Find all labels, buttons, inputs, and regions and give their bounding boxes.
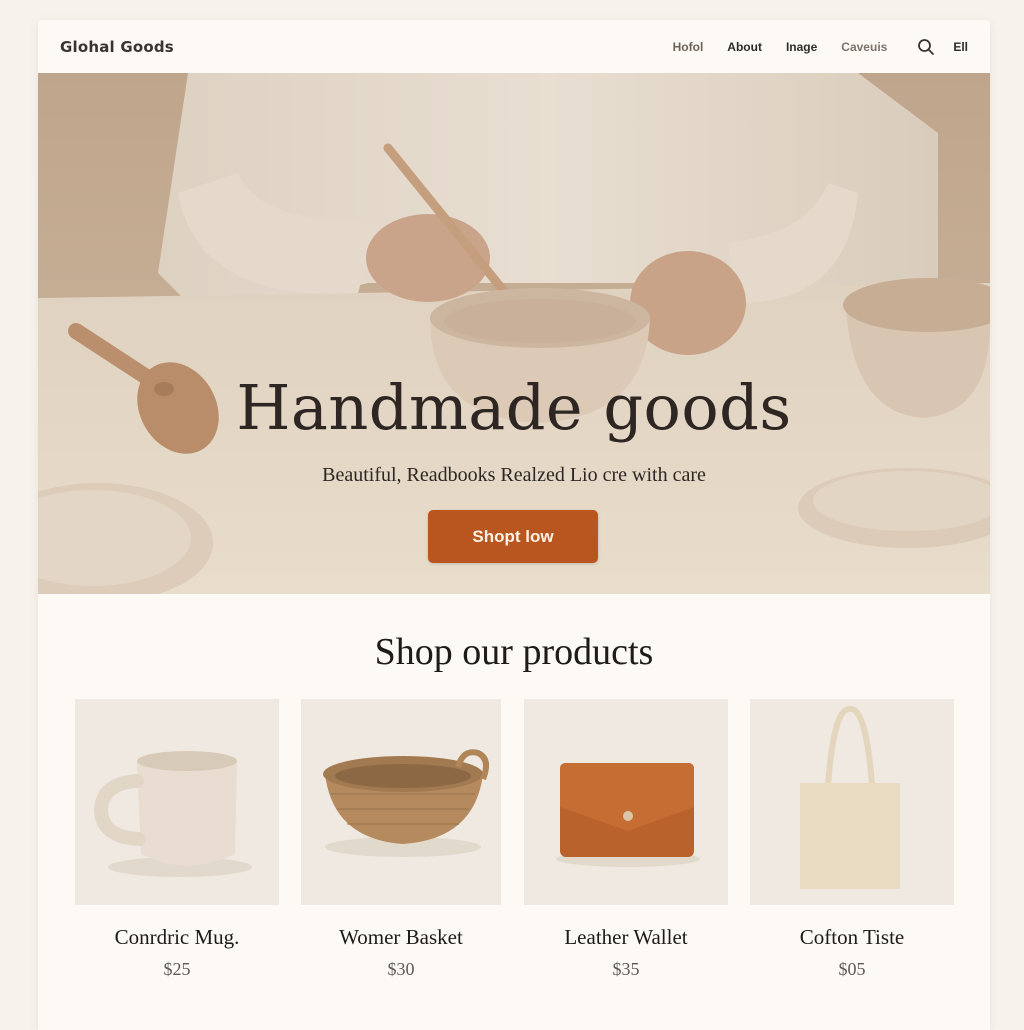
hero-subtitle: Beautiful, Readbooks Realzed Lio cre wit… [322,464,706,486]
page: Glohal Goods Hofol About Inage Caveuis E… [38,20,990,1030]
product-price: $25 [163,959,191,979]
product-name[interactable]: Womer Basket [301,925,501,950]
site-header: Glohal Goods Hofol About Inage Caveuis E… [38,20,990,73]
product-name[interactable]: Cofton Tiste [750,925,954,950]
product-image-mug[interactable] [75,699,279,905]
product-card-tote[interactable]: Cofton Tiste $05 [750,699,954,980]
nav-link-image[interactable]: Inage [786,40,817,54]
product-price: $30 [387,959,415,979]
main-nav: Hofol About Inage Caveuis Ell [649,38,968,56]
product-grid: Conrdric Mug. $25 Womer Basket $30 Leath… [75,699,955,999]
mug-image [75,699,279,905]
basket-image [303,699,501,905]
nav-link-about[interactable]: About [727,40,762,54]
search-icon[interactable] [917,38,935,56]
hero-banner: Handmade goods Beautiful, Readbooks Real… [38,73,990,594]
shop-now-button[interactable]: Shopt low [428,510,598,563]
products-section-title: Shop our products [374,631,654,673]
product-price: $05 [838,959,866,979]
tote-image [750,699,954,905]
product-card-wallet[interactable]: Leather Wallet $35 [524,699,728,980]
product-price: $35 [612,959,640,979]
product-name[interactable]: Leather Wallet [524,925,728,950]
product-image-wallet[interactable] [524,699,728,905]
language-switcher[interactable]: Ell [953,40,968,54]
hero-title: Handmade goods [236,371,792,444]
site-logo[interactable]: Glohal Goods [60,38,174,56]
nav-link-catalog[interactable]: Caveuis [841,40,887,54]
wallet-image [524,699,728,905]
product-image-basket[interactable] [301,699,501,905]
product-card-basket[interactable]: Womer Basket $30 [301,699,501,980]
product-name[interactable]: Conrdric Mug. [75,925,279,950]
nav-link-home[interactable]: Hofol [673,40,704,54]
product-image-tote[interactable] [750,699,954,905]
product-card-mug[interactable]: Conrdric Mug. $25 [75,699,279,980]
